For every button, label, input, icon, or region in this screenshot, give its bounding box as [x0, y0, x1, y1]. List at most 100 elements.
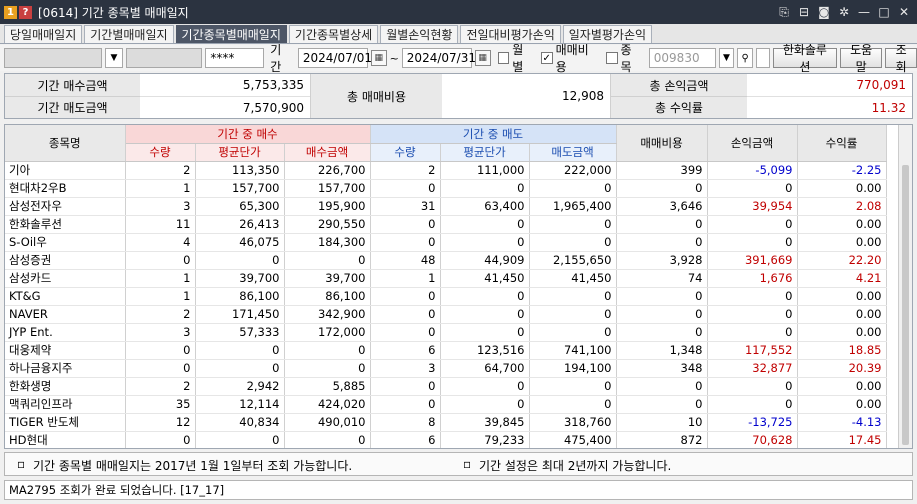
vertical-scrollbar[interactable] — [898, 125, 912, 448]
table-row[interactable]: 한화솔루션 11 26,413 290,550 0 0 0 0 0 0.00 — [5, 215, 887, 234]
company-name-button[interactable]: 한화솔루션 — [772, 43, 837, 74]
col-header-buy-amount[interactable]: 매수금액 — [284, 143, 371, 162]
table-row[interactable]: 기아 2 113,350 226,700 2 111,000 222,000 399 -5,09… — [5, 161, 887, 180]
table-row[interactable]: KT&G 1 86,100 86,100 0 0 0 0 0 0.00 — [5, 287, 887, 306]
cell-sell-amount: 0 — [529, 215, 617, 234]
col-header-fee[interactable]: 매매비용 — [616, 125, 708, 162]
cell-buy-amount: 184,300 — [284, 233, 371, 252]
tab-period-item-detail[interactable]: 기간종목별상세 — [288, 25, 379, 43]
table-row[interactable]: NAVER 2 171,450 342,900 0 0 0 0 0 0.00 — [5, 305, 887, 324]
notice-right: 기간 설정은 최대 2년까지 가능합니다. — [479, 459, 672, 473]
table-row[interactable]: 하나금융지주 0 0 0 3 64,700 194,100 348 32,877 20.39 — [5, 359, 887, 378]
gear-icon[interactable]: ✲ — [837, 5, 851, 19]
cell-buy-amount: 490,010 — [284, 413, 371, 432]
item-code-input[interactable]: 009830 — [648, 48, 716, 68]
cell-buy-qty: 2 — [125, 161, 196, 180]
cell-rate: 20.39 — [797, 359, 887, 378]
table-row[interactable]: 삼성카드 1 39,700 39,700 1 41,450 41,450 74 1,676 4.2… — [5, 269, 887, 288]
cell-sell-qty: 0 — [370, 233, 441, 252]
query-button[interactable]: 조회 — [885, 43, 917, 74]
tab-period-journal[interactable]: 기간별매매일지 — [84, 25, 174, 43]
cell-buy-avg: 2,942 — [195, 377, 285, 396]
cell-rate: -2.25 — [797, 161, 887, 180]
calendar-icon[interactable]: ▦ — [474, 50, 491, 66]
cell-pl: 0 — [707, 215, 798, 234]
item-dropdown-button[interactable]: ▼ — [718, 48, 735, 68]
cell-pl: -13,725 — [707, 413, 798, 432]
col-header-pl[interactable]: 손익금액 — [707, 125, 798, 162]
table-row[interactable]: 대웅제약 0 0 0 6 123,516 741,100 1,348 117,552 18.85 — [5, 341, 887, 360]
cell-sell-avg: 0 — [440, 305, 530, 324]
minimize-icon[interactable]: — — [857, 5, 871, 19]
cell-pl: 117,552 — [707, 341, 798, 360]
camera-icon[interactable]: ◙ — [817, 5, 831, 19]
item-checkbox[interactable]: 종 목 — [605, 41, 646, 75]
table-row[interactable]: 맥쿼리인프라 35 12,114 424,020 0 0 0 0 0 0.00 — [5, 395, 887, 414]
cell-buy-amount: 0 — [284, 431, 371, 448]
account-name-field — [125, 48, 203, 68]
chevron-down-icon: ▼ — [722, 53, 730, 63]
cell-rate: 2.08 — [797, 197, 887, 216]
table-row[interactable]: HD현대 0 0 0 6 79,233 475,400 872 70,628 17.45 — [5, 431, 887, 448]
date-separator: ~ — [389, 51, 399, 65]
calendar-icon[interactable]: ▦ — [370, 50, 387, 66]
start-date-input[interactable]: 2024/07/01 — [297, 48, 372, 68]
cell-sell-avg: 41,450 — [440, 269, 530, 288]
fee-checkbox[interactable]: ✓ 매매비용 — [540, 41, 599, 75]
cell-buy-qty: 0 — [125, 431, 196, 448]
cell-sell-avg: 0 — [440, 323, 530, 342]
end-date-input[interactable]: 2024/07/31 — [401, 48, 476, 68]
table-row[interactable]: 현대차2우B 1 157,700 157,700 0 0 0 0 0 0.00 — [5, 179, 887, 198]
account-select[interactable] — [4, 48, 103, 68]
cell-name: JYP Ent. — [5, 323, 126, 342]
cell-sell-amount: 475,400 — [529, 431, 617, 448]
cell-sell-qty: 0 — [370, 287, 441, 306]
table-row[interactable]: JYP Ent. 3 57,333 172,000 0 0 0 0 0 0.00 — [5, 323, 887, 342]
help-button[interactable]: 도움말 — [839, 43, 883, 74]
cell-buy-amount: 86,100 — [284, 287, 371, 306]
table-row[interactable]: 한화생명 2 2,942 5,885 0 0 0 0 0 0.00 — [5, 377, 887, 396]
pin-icon[interactable]: ⊟ — [797, 5, 811, 19]
table-row[interactable]: TIGER 반도체 12 40,834 490,010 8 39,845 318,760 10… — [5, 413, 887, 432]
col-header-sell-amount[interactable]: 매도금액 — [529, 143, 617, 162]
cell-sell-avg: 0 — [440, 233, 530, 252]
scrollbar-thumb[interactable] — [902, 165, 909, 445]
cell-sell-avg: 0 — [440, 395, 530, 414]
cell-pl: 1,676 — [707, 269, 798, 288]
bullet-icon: ▫ — [17, 457, 26, 471]
cell-name: 한화생명 — [5, 377, 126, 396]
cell-buy-avg: 157,700 — [195, 179, 285, 198]
cell-sell-qty: 3 — [370, 359, 441, 378]
total-fee-value: 12,908 — [562, 89, 604, 103]
cell-buy-amount: 0 — [284, 359, 371, 378]
cell-rate: 18.85 — [797, 341, 887, 360]
col-header-sell-qty[interactable]: 수량 — [370, 143, 441, 162]
cell-fee: 0 — [616, 233, 708, 252]
buy-amount-label: 기간 매수금액 — [5, 74, 140, 96]
col-header-name[interactable]: 종목명 — [5, 125, 126, 162]
item-search-button[interactable]: ⚲ — [737, 48, 753, 68]
monthly-checkbox[interactable]: 월별 — [497, 41, 534, 75]
cell-sell-qty: 2 — [370, 161, 441, 180]
col-header-sell-avg[interactable]: 평균단가 — [440, 143, 530, 162]
maximize-icon[interactable]: □ — [877, 5, 891, 19]
cell-rate: 22.20 — [797, 251, 887, 270]
link-icon[interactable]: ⎘ — [777, 5, 791, 20]
table-row[interactable]: 삼성증권 0 0 0 48 44,909 2,155,650 3,928 391,669 22.2… — [5, 251, 887, 270]
table-row[interactable]: S-Oil우 4 46,075 184,300 0 0 0 0 0 0.00 — [5, 233, 887, 252]
password-field[interactable]: **** — [205, 48, 265, 68]
table-row[interactable]: 삼성전자우 3 65,300 195,900 31 63,400 1,965,400 3,64… — [5, 197, 887, 216]
account-dropdown-button[interactable]: ▼ — [105, 48, 123, 68]
tab-daily-journal[interactable]: 당일매매일지 — [4, 25, 83, 43]
cell-rate: 17.45 — [797, 431, 887, 448]
sell-amount-value: 7,570,900 — [140, 96, 310, 118]
help-badge[interactable]: ? — [19, 5, 32, 19]
cell-sell-amount: 194,100 — [529, 359, 617, 378]
col-header-buy-avg[interactable]: 평균단가 — [195, 143, 285, 162]
cell-name: NAVER — [5, 305, 126, 324]
col-header-buy-qty[interactable]: 수량 — [125, 143, 196, 162]
col-header-rate[interactable]: 수익률 — [797, 125, 887, 162]
screen-number-badge[interactable]: 1 — [4, 5, 17, 19]
close-icon[interactable]: ✕ — [897, 5, 911, 19]
tab-monthly-pl[interactable]: 월별손익현황 — [380, 25, 459, 43]
